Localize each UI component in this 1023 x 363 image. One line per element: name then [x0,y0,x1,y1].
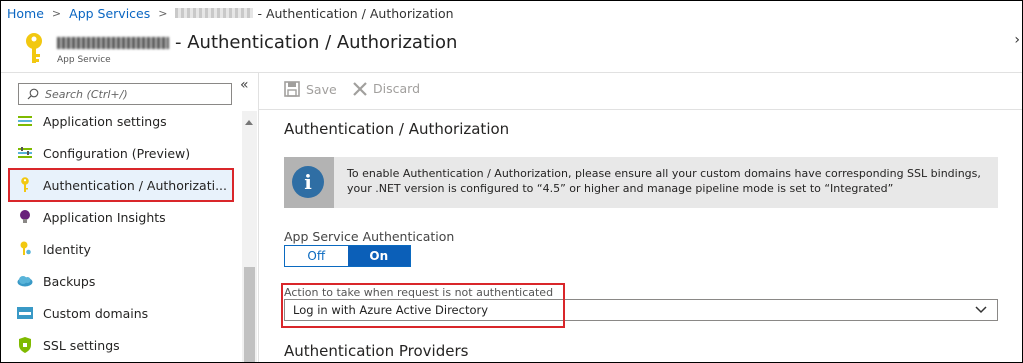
collapse-sidebar-icon[interactable]: « [240,77,249,93]
sidebar-item-label: Custom domains [43,305,149,321]
action-dropdown[interactable]: Log in with Azure Active Directory [284,299,998,321]
sidebar-item-label: Configuration (Preview) [43,145,191,161]
redacted-app-name[interactable] [175,8,254,18]
configuration-icon [17,145,33,161]
sidebar-nav: Application settings Configuration (Prev… [1,109,241,362]
app-window: Home > App Services > - Authentication /… [0,0,1023,363]
identity-icon [17,241,33,257]
sidebar-item-label: SSL settings [43,337,120,353]
sidebar-item-ssl-settings[interactable]: SSL settings [9,329,233,361]
command-bar: Save Discard [259,73,1022,110]
search-input[interactable]: Search (Ctrl+/) [18,83,232,105]
sidebar-item-label: Application settings [43,113,167,129]
app-service-auth-label: App Service Authentication [284,229,455,244]
action-label: Action to take when request is not authe… [284,286,554,299]
search-icon [27,88,39,100]
discard-button[interactable]: Discard [353,81,420,96]
sidebar-item-identity[interactable]: Identity [9,233,233,265]
page-title: - Authentication / Authorization [57,32,457,53]
backups-icon [17,273,33,289]
page-subtitle: App Service [57,55,111,65]
toggle-on-option[interactable]: On [347,246,410,266]
sidebar: « Search (Ctrl+/) Application settings C… [1,73,259,362]
info-icon: i [292,166,324,198]
key-icon [26,33,42,63]
scrollbar-thumb[interactable] [244,267,255,362]
save-button[interactable]: Save [284,81,337,97]
info-banner: i To enable Authentication / Authorizati… [284,157,998,208]
custom-domains-icon [17,305,33,321]
sidebar-item-application-insights[interactable]: Application Insights [9,201,233,233]
sidebar-item-label: Identity [43,241,91,257]
providers-title: Authentication Providers [284,342,469,360]
sidebar-item-authentication[interactable]: Authentication / Authorizati... [8,168,234,202]
auth-toggle[interactable]: Off On [284,245,411,267]
sidebar-item-label: Authentication / Authorizati... [43,177,227,193]
section-title: Authentication / Authorization [284,120,510,138]
discard-label: Discard [373,81,420,96]
ssl-shield-icon [17,337,33,353]
sidebar-item-custom-domains[interactable]: Custom domains [9,297,233,329]
sidebar-item-application-settings[interactable]: Application settings [9,109,233,137]
breadcrumb-home[interactable]: Home [7,6,44,21]
search-placeholder: Search (Ctrl+/) [45,87,128,101]
redacted-app-name [57,36,169,49]
close-icon [353,81,367,96]
save-icon [284,81,300,97]
main-content: Authentication / Authorization i To enab… [259,110,1022,362]
page-title-text: - Authentication / Authorization [175,32,458,53]
info-message: To enable Authentication / Authorization… [347,167,981,195]
chevron-right-icon: > [51,6,62,20]
close-icon[interactable]: › [1014,32,1020,48]
save-label: Save [306,81,337,97]
app-settings-icon [17,113,33,129]
scroll-up-arrow-icon[interactable] [245,120,253,125]
chevron-right-icon: > [158,6,168,20]
sidebar-item-label: Backups [43,273,96,289]
breadcrumb-current: - Authentication / Authorization [257,5,454,21]
chevron-down-icon [975,306,987,314]
page-header: - Authentication / Authorization App Ser… [1,26,1022,73]
action-dropdown-value: Log in with Azure Active Directory [293,303,489,317]
sidebar-item-label: Application Insights [43,209,166,225]
sidebar-scrollbar[interactable] [242,111,257,362]
key-icon [17,177,33,193]
sidebar-item-configuration[interactable]: Configuration (Preview) [9,137,233,169]
lightbulb-icon [17,209,33,225]
sidebar-item-backups[interactable]: Backups [9,265,233,297]
breadcrumb-app-services[interactable]: App Services [69,6,150,21]
toggle-off-option[interactable]: Off [285,246,348,266]
breadcrumb: Home > App Services > - Authentication /… [7,5,454,21]
